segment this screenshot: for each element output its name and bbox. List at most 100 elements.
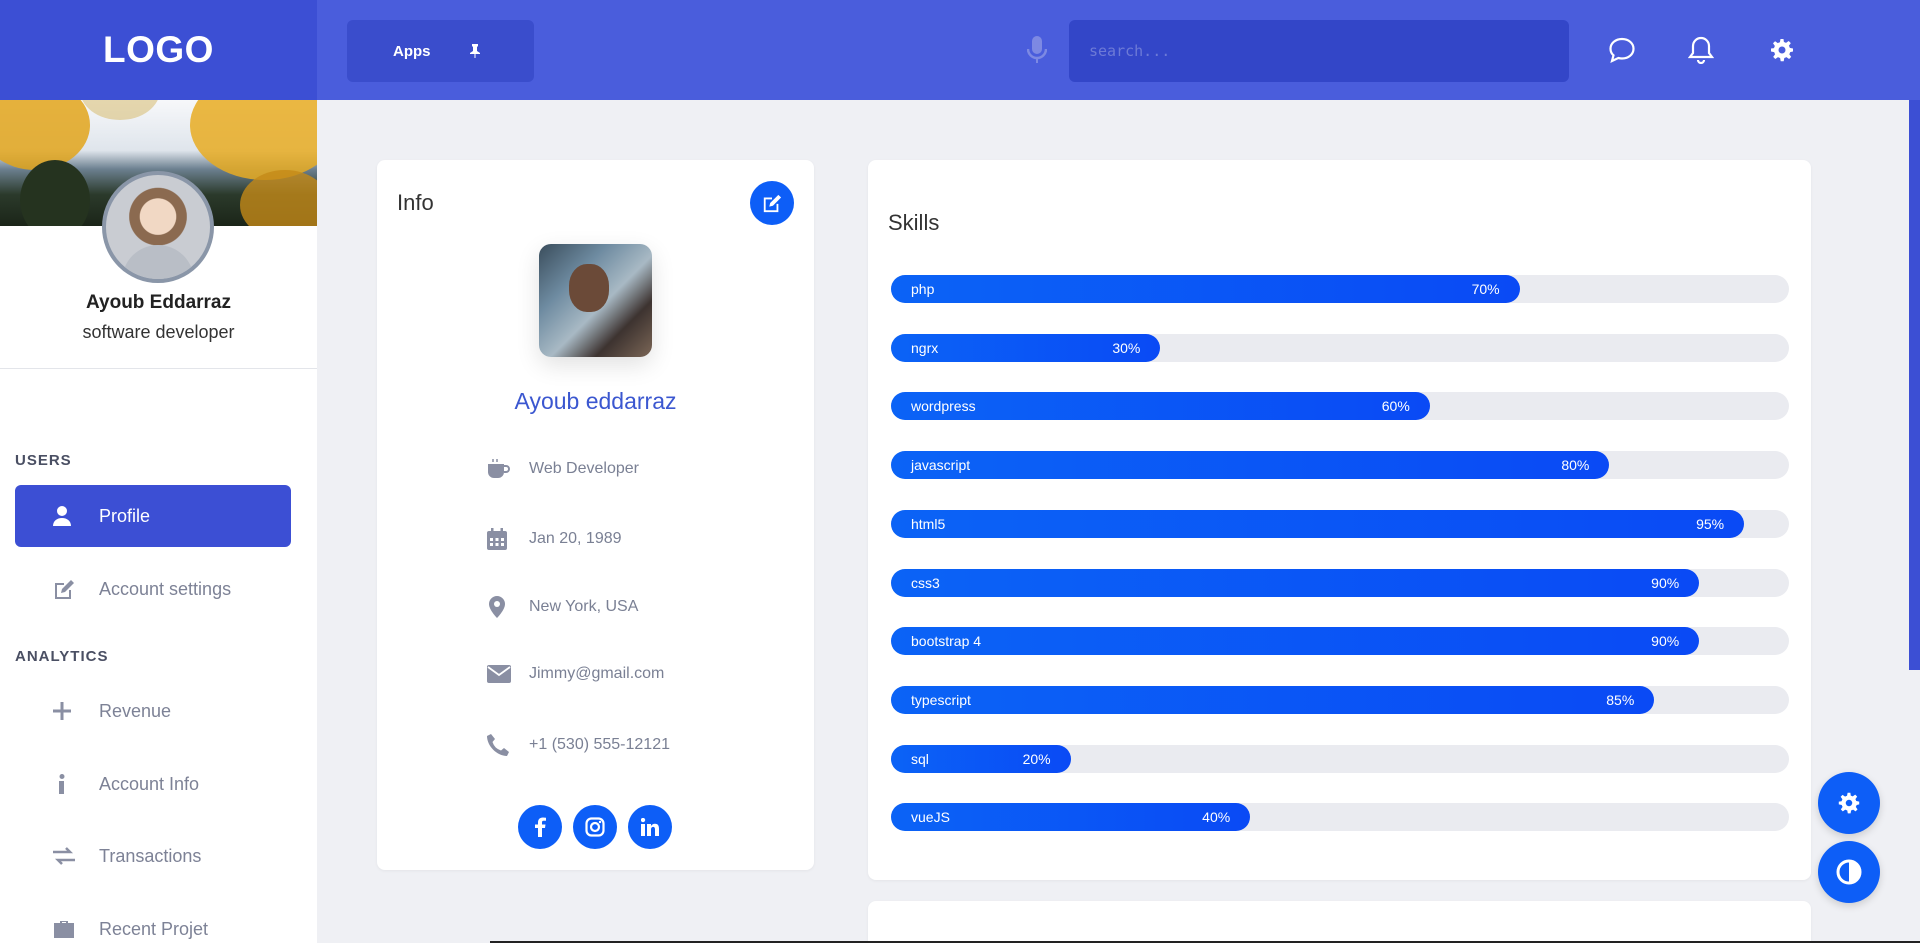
skill-bar-fill: sql 20% [891, 744, 1071, 773]
skill-percent: 20% [1022, 750, 1051, 767]
skills-card: Skills php 70% ngrx 30% wordpress 60% javascri… [868, 160, 1811, 880]
edit-profile-button[interactable] [750, 181, 794, 225]
linkedin-icon [641, 818, 659, 836]
sidebar-item-profile[interactable]: Profile [15, 485, 291, 547]
sidebar-item-label: Revenue [99, 700, 172, 721]
briefcase-icon [53, 920, 99, 938]
sidebar-item-label: Account Info [99, 773, 200, 794]
skill-bar-track: html5 95% [891, 509, 1789, 538]
sidebar-section-analytics: ANALYTICS [15, 648, 109, 665]
skill-percent: 40% [1202, 809, 1231, 826]
skill-percent: 60% [1381, 398, 1410, 415]
plus-icon [53, 702, 99, 720]
skill-percent: 80% [1561, 457, 1590, 474]
info-row-email: Jimmy@gmail.com [487, 665, 664, 683]
envelope-icon [487, 665, 529, 683]
info-row-phone: +1 (530) 555-12121 [487, 734, 670, 756]
sidebar-item-label: Transactions [99, 845, 202, 866]
skill-percent: 90% [1651, 633, 1680, 650]
skill-name: html5 [911, 515, 946, 532]
location-pin-icon [487, 596, 529, 618]
pin-icon [469, 44, 481, 58]
skill-bar-fill: css3 90% [891, 568, 1700, 597]
sidebar-user-name: Ayoub Eddarraz [86, 292, 231, 313]
next-card [868, 901, 1811, 943]
sidebar-item-transactions[interactable]: Transactions [15, 825, 291, 887]
skill-bar-track: bootstrap 4 90% [891, 627, 1789, 656]
skills-card-title: Skills [888, 210, 940, 235]
skill-bar-track: wordpress 60% [891, 392, 1789, 421]
profile-avatar [539, 244, 652, 357]
gear-icon[interactable] [1768, 36, 1796, 69]
skill-bar-track: vueJS 40% [891, 803, 1789, 832]
scrollbar[interactable] [1909, 100, 1920, 670]
phone-icon [487, 734, 529, 756]
skill-name: sql [911, 750, 929, 767]
skill-name: php [911, 281, 935, 297]
chat-icon[interactable] [1608, 36, 1636, 69]
skill-bar-track: css3 90% [891, 568, 1789, 597]
info-email: Jimmy@gmail.com [529, 665, 665, 682]
linkedin-button[interactable] [628, 805, 672, 849]
skill-percent: 95% [1696, 515, 1725, 532]
skill-bar-track: javascript 80% [891, 451, 1789, 480]
skill-name: wordpress [911, 398, 976, 415]
skill-bar-fill: wordpress 60% [891, 392, 1430, 421]
profile-name: Ayoub eddarraz [514, 388, 677, 414]
microphone-icon[interactable] [1026, 36, 1048, 69]
skill-percent: 90% [1651, 574, 1680, 591]
sidebar-item-account-info[interactable]: Account Info [15, 753, 291, 815]
info-icon [53, 774, 99, 794]
info-card-title: Info [397, 190, 434, 215]
skill-percent: 70% [1471, 281, 1500, 297]
skill-percent: 30% [1112, 339, 1141, 356]
skill-name: ngrx [911, 339, 939, 356]
skill-bar-fill: php 70% [891, 275, 1520, 303]
skill-bar-fill: html5 95% [891, 509, 1745, 538]
info-job: Web Developer [529, 460, 639, 477]
settings-fab[interactable] [1818, 772, 1880, 834]
skill-bar-fill: typescript 85% [891, 685, 1655, 714]
sidebar-item-account-settings[interactable]: Account settings [15, 558, 291, 620]
sidebar-divider [0, 368, 317, 369]
info-birthdate: Jan 20, 1989 [529, 530, 622, 547]
calendar-icon [487, 528, 529, 550]
logo: LOGO [103, 29, 214, 70]
theme-toggle-fab[interactable] [1818, 841, 1880, 903]
bell-icon[interactable] [1687, 36, 1715, 69]
top-header: LOGO Apps [0, 0, 1920, 100]
skill-name: typescript [911, 691, 971, 708]
exchange-icon [53, 847, 99, 865]
sidebar-avatar [102, 171, 214, 283]
facebook-icon [535, 817, 546, 837]
apps-label: Apps [393, 42, 431, 60]
logo-area[interactable]: LOGO [0, 0, 317, 100]
sidebar-item-label: Account settings [99, 578, 232, 599]
skill-bar-fill: ngrx 30% [891, 333, 1161, 362]
sidebar-item-revenue[interactable]: Revenue [15, 680, 291, 742]
facebook-button[interactable] [518, 805, 562, 849]
skill-percent: 85% [1606, 691, 1635, 708]
apps-button[interactable]: Apps [347, 20, 534, 82]
gear-icon [1838, 792, 1860, 814]
info-row-location: New York, USA [487, 596, 638, 618]
sidebar-section-users: USERS [15, 452, 72, 469]
search-input[interactable] [1069, 20, 1569, 82]
info-location: New York, USA [529, 598, 639, 615]
info-row-birthdate: Jan 20, 1989 [487, 528, 622, 550]
info-row-job: Web Developer [487, 459, 639, 479]
sidebar-user-role: software developer [82, 322, 235, 342]
sidebar-item-label: Profile [99, 505, 151, 526]
skill-name: vueJS [911, 809, 950, 826]
instagram-icon [585, 817, 605, 837]
coffee-icon [487, 459, 529, 479]
sidebar-item-label: Recent Projet [99, 918, 209, 939]
user-icon [53, 506, 99, 526]
skill-bar-track: php 70% [891, 275, 1789, 303]
skill-name: css3 [911, 574, 940, 591]
skill-bar-fill: bootstrap 4 90% [891, 627, 1700, 656]
instagram-button[interactable] [573, 805, 617, 849]
skill-name: bootstrap 4 [911, 633, 982, 650]
edit-icon [53, 579, 99, 599]
sidebar-item-recent-projet[interactable]: Recent Projet [15, 898, 291, 943]
